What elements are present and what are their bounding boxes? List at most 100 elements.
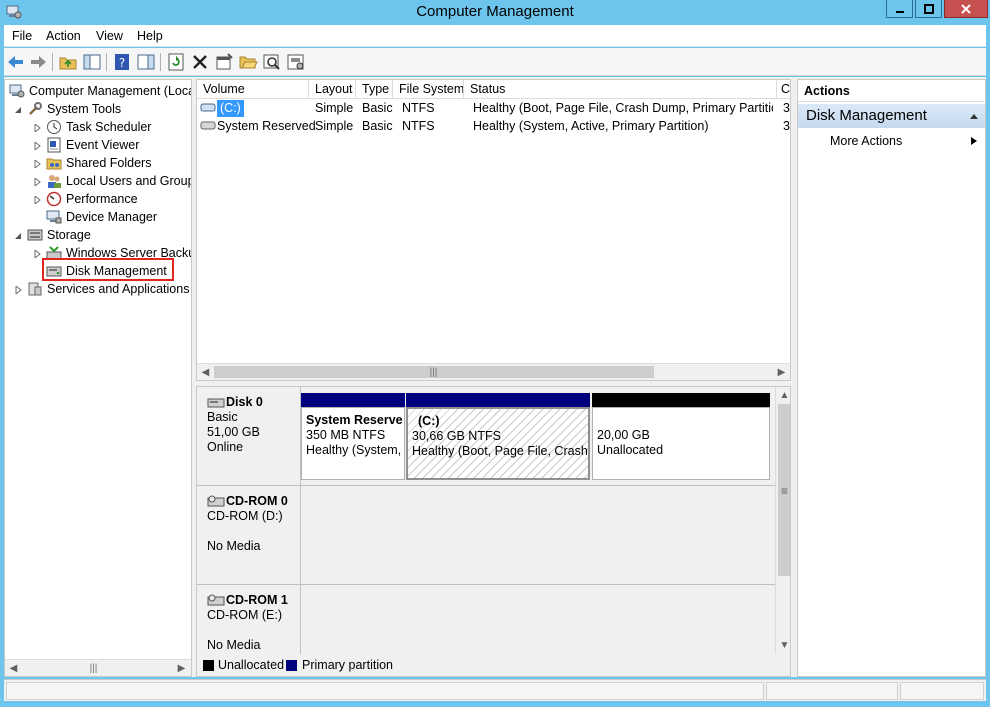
tree-item-shared-folders[interactable]: Shared Folders — [46, 154, 151, 172]
actions-section-title: Disk Management — [806, 107, 927, 124]
cdrom-0-label[interactable]: CD-ROM 0 CD-ROM (D:) No Media — [197, 486, 301, 585]
delete-icon[interactable] — [190, 52, 210, 72]
clock-icon — [47, 120, 61, 134]
scroll-left-arrow[interactable]: ◀ — [5, 660, 22, 676]
tree-item-event-viewer[interactable]: Event Viewer — [46, 136, 139, 154]
primary-partition-bar — [301, 393, 405, 407]
menu-file[interactable]: File — [12, 29, 32, 43]
properties-icon[interactable] — [214, 52, 234, 72]
collapsed-arrow-icon[interactable] — [33, 160, 41, 168]
forward-arrow-icon[interactable] — [28, 52, 48, 72]
event-log-icon — [47, 137, 61, 153]
volume-list: Volume Layout Type File System Status C … — [196, 79, 791, 381]
tree-item-local-users-groups[interactable]: Local Users and Groups — [46, 172, 191, 190]
search-icon[interactable] — [262, 52, 282, 72]
toolbar-separator — [106, 53, 107, 71]
shared-folder-icon — [46, 158, 62, 170]
collapsed-arrow-icon[interactable] — [33, 178, 41, 186]
column-header-status[interactable]: Status — [464, 80, 777, 99]
scrollbar-grip[interactable]: ||| — [85, 660, 102, 676]
column-header-layout[interactable]: Layout — [309, 80, 356, 99]
partition-status: Healthy (System, — [306, 443, 402, 457]
partition-c-drive[interactable]: (C:) 30,66 GB NTFS Healthy (Boot, Page F… — [406, 393, 590, 480]
disk-map-pane: Disk 0 Basic 51,00 GB Online System Rese… — [196, 386, 791, 677]
menu-action[interactable]: Action — [46, 29, 81, 43]
cdrom-1-name: CD-ROM 1 — [226, 593, 288, 607]
disk-0-label[interactable]: Disk 0 Basic 51,00 GB Online — [197, 387, 301, 486]
console-tree: Computer Management (Local System Tools … — [4, 79, 192, 677]
tree-item-task-scheduler[interactable]: Task Scheduler — [46, 118, 151, 136]
status-bar — [4, 679, 986, 701]
partition-unallocated[interactable]: 20,00 GB Unallocated — [592, 393, 770, 480]
disk-settings-icon[interactable] — [286, 52, 306, 72]
show-hide-tree-icon[interactable] — [82, 52, 102, 72]
column-header-file-system[interactable]: File System — [393, 80, 464, 99]
expanded-arrow-icon[interactable] — [14, 232, 22, 240]
collapsed-arrow-icon[interactable] — [14, 286, 22, 294]
close-icon — [961, 3, 971, 14]
scroll-right-arrow[interactable]: ▶ — [773, 364, 790, 380]
close-button[interactable] — [944, 0, 988, 18]
more-actions-item[interactable]: More Actions — [830, 134, 902, 148]
partition-title: System Reserve — [306, 413, 403, 427]
tree-item-storage[interactable]: Storage — [27, 226, 91, 244]
disk-management-highlight — [42, 258, 174, 281]
unallocated-bar — [592, 393, 770, 407]
column-header-capacity[interactable]: C — [777, 80, 790, 99]
menu-view[interactable]: View — [96, 29, 123, 43]
minimize-button[interactable] — [886, 0, 913, 18]
volume-capacity: 30 — [783, 101, 790, 115]
window-title: Computer Management — [416, 3, 574, 20]
open-folder-icon[interactable] — [238, 52, 258, 72]
partition-size: 30,66 GB NTFS — [412, 429, 501, 443]
legend-swatch-primary — [286, 660, 297, 671]
up-folder-icon[interactable] — [58, 52, 78, 72]
tree-horizontal-scrollbar[interactable]: ◀ ||| ▶ — [5, 659, 191, 676]
collapsed-arrow-icon[interactable] — [33, 142, 41, 150]
partition-title — [597, 413, 765, 428]
tree-item-performance[interactable]: Performance — [46, 190, 138, 208]
volume-name: (C:) — [217, 100, 244, 117]
show-hide-action-pane-icon[interactable] — [136, 52, 156, 72]
disk-map-vertical-scrollbar[interactable]: ▲ ≡ ▼ — [775, 387, 790, 654]
title-bar[interactable]: Computer Management — [0, 0, 990, 24]
column-header-type[interactable]: Type — [356, 80, 393, 99]
collapsed-arrow-icon[interactable] — [33, 250, 41, 258]
scroll-up-arrow[interactable]: ▲ — [776, 387, 790, 403]
volume-list-horizontal-scrollbar[interactable]: ◀ ||| ▶ — [197, 363, 790, 380]
expanded-arrow-icon[interactable] — [14, 106, 22, 114]
column-header-volume[interactable]: Volume — [197, 80, 309, 99]
actions-section-disk-management[interactable]: Disk Management — [798, 104, 985, 128]
scroll-right-arrow[interactable]: ▶ — [173, 660, 190, 676]
toolbar-separator — [160, 53, 161, 71]
tree-item-services-applications[interactable]: Services and Applications — [27, 280, 189, 298]
device-manager-icon — [46, 210, 62, 224]
tree-item-system-tools[interactable]: System Tools — [27, 100, 121, 118]
partition-system-reserved[interactable]: System Reserve 350 MB NTFS Healthy (Syst… — [301, 393, 405, 480]
tree-item-label: Storage — [47, 228, 91, 242]
back-arrow-icon[interactable] — [6, 52, 26, 72]
cdrom-1-drive: CD-ROM (E:) — [207, 608, 282, 622]
collapsed-arrow-icon[interactable] — [33, 196, 41, 204]
users-icon — [48, 175, 61, 188]
partition-size: 350 MB NTFS — [306, 428, 386, 442]
scroll-down-arrow[interactable]: ▼ — [776, 637, 790, 653]
collapsed-arrow-icon[interactable] — [33, 124, 41, 132]
volume-status: Healthy (Boot, Page File, Crash Dump, Pr… — [473, 101, 773, 115]
disk-0-state: Online — [207, 440, 244, 454]
volume-layout: Simple — [315, 119, 354, 133]
legend-swatch-unallocated — [203, 660, 214, 671]
volume-file-system: NTFS — [402, 119, 435, 133]
cdrom-0-area[interactable] — [301, 486, 775, 585]
menu-help[interactable]: Help — [137, 29, 163, 43]
refresh-icon[interactable] — [166, 52, 186, 72]
scroll-left-arrow[interactable]: ◀ — [197, 364, 214, 380]
cdrom-1-area[interactable] — [301, 585, 775, 655]
maximize-icon — [923, 3, 934, 14]
disk-0-size: 51,00 GB — [207, 425, 260, 439]
maximize-button[interactable] — [915, 0, 942, 18]
volume-file-system: NTFS — [402, 101, 435, 115]
tree-item-device-manager[interactable]: Device Manager — [46, 208, 157, 226]
help-icon[interactable]: ? — [112, 52, 132, 72]
tree-item-computer-management[interactable]: Computer Management (Local — [9, 82, 191, 100]
